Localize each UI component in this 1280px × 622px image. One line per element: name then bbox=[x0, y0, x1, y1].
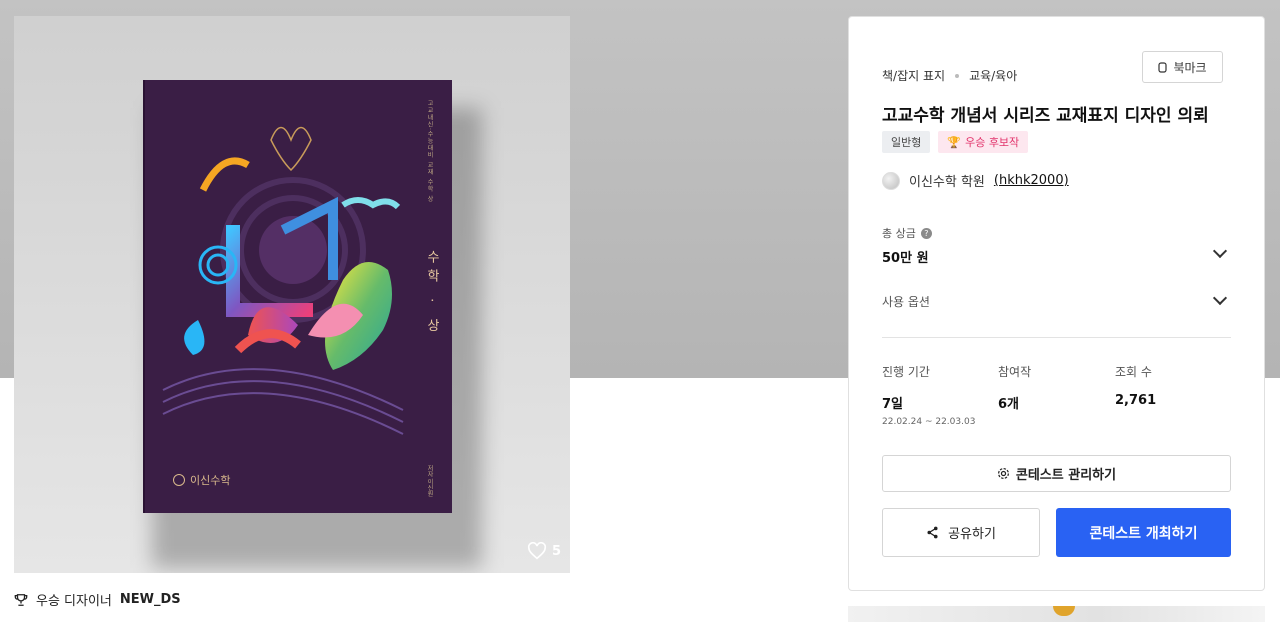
brand-name: 이신수학 bbox=[190, 474, 231, 487]
cover-brand: 이신수학 bbox=[173, 472, 230, 488]
contest-badges: 일반형 🏆 우승 후보작 bbox=[882, 131, 1029, 153]
host-id-link[interactable]: (hkhk2000) bbox=[994, 173, 1069, 188]
gear-icon bbox=[997, 468, 1009, 479]
cover-title: 수학 · 상 bbox=[424, 250, 439, 338]
period-label: 진행 기간 bbox=[882, 365, 930, 379]
bookmark-label: 북마크 bbox=[1173, 60, 1207, 75]
divider bbox=[882, 337, 1231, 338]
winner-candidate-label: 우승 후보작 bbox=[965, 136, 1020, 149]
stat-entries: 참여작 6개 bbox=[998, 363, 1031, 412]
prize-label: 총 상금 bbox=[882, 227, 916, 240]
winner-candidate-badge: 🏆 우승 후보작 bbox=[938, 131, 1029, 153]
host-info: 이신수학 학원 (hkhk2000) bbox=[882, 171, 1069, 190]
contest-title: 고교수학 개념서 시리즈 교재표지 디자인 의뢰 bbox=[882, 106, 1209, 126]
type-badge: 일반형 bbox=[882, 131, 931, 153]
breadcrumb-separator bbox=[955, 73, 960, 78]
usage-expand-chevron-icon[interactable] bbox=[1212, 290, 1228, 306]
manage-contest-button[interactable]: 콘테스트 관리하기 bbox=[882, 455, 1231, 492]
contest-hero-image[interactable]: 고교내신·수능대비 교재 수학 상 수학 · 상 이신수학 저자 이신원 bbox=[14, 16, 570, 573]
breadcrumb: 책/잡지 표지 교육/육아 bbox=[882, 67, 1017, 84]
entries-label: 참여작 bbox=[998, 365, 1032, 379]
winner-label: 우승 디자이너 bbox=[36, 594, 112, 609]
stat-views: 조회 수 2,761 bbox=[1115, 363, 1156, 408]
prize-label-row: 총 상금 ? bbox=[882, 225, 932, 241]
usage-option-label[interactable]: 사용 옵션 bbox=[882, 293, 930, 310]
entries-value: 6개 bbox=[998, 397, 1020, 412]
heart-icon bbox=[527, 542, 547, 560]
next-section-preview bbox=[848, 606, 1265, 622]
cover-subtitle: 고교내신·수능대비 교재 수학 상 bbox=[426, 100, 433, 203]
period-dates: 22.02.24 ~ 22.03.03 bbox=[882, 417, 976, 427]
bookmark-button[interactable]: 북마크 bbox=[1142, 51, 1223, 83]
category-primary[interactable]: 책/잡지 표지 bbox=[882, 67, 945, 84]
open-contest-button[interactable]: 콘테스트 개최하기 bbox=[1056, 508, 1231, 557]
trophy-icon bbox=[14, 593, 28, 606]
winner-name[interactable]: NEW_DS bbox=[120, 592, 181, 607]
brand-logo-icon bbox=[173, 474, 185, 486]
contest-info-panel: 책/잡지 표지 교육/육아 북마크 고교수학 개념서 시리즈 교재표지 디자인 … bbox=[848, 16, 1265, 591]
views-label: 조회 수 bbox=[1115, 365, 1152, 379]
preview-decoration bbox=[1053, 606, 1075, 616]
category-secondary[interactable]: 교육/육아 bbox=[969, 67, 1017, 84]
views-value: 2,761 bbox=[1115, 393, 1157, 408]
cover-author: 저자 이신원 bbox=[426, 465, 433, 497]
like-count: 5 bbox=[552, 543, 562, 559]
share-button[interactable]: 공유하기 bbox=[882, 508, 1040, 557]
host-name: 이신수학 학원 bbox=[909, 175, 985, 190]
winner-designer: 우승 디자이너 NEW_DS bbox=[14, 590, 181, 609]
help-icon[interactable]: ? bbox=[920, 227, 932, 239]
book-cover: 고교내신·수능대비 교재 수학 상 수학 · 상 이신수학 저자 이신원 bbox=[143, 80, 452, 513]
prize-expand-chevron-icon[interactable] bbox=[1212, 243, 1228, 259]
share-label: 공유하기 bbox=[948, 527, 996, 542]
manage-label: 콘테스트 관리하기 bbox=[1015, 468, 1117, 483]
stat-period: 진행 기간 7일 22.02.24 ~ 22.03.03 bbox=[882, 363, 975, 427]
period-value: 7일 bbox=[882, 397, 904, 412]
bookmark-icon bbox=[1158, 61, 1168, 73]
trophy-icon: 🏆 bbox=[947, 135, 962, 149]
cover-illustration bbox=[162, 126, 404, 435]
prize-value: 50만 원 bbox=[882, 251, 929, 266]
host-avatar[interactable] bbox=[882, 171, 900, 190]
share-icon bbox=[927, 526, 938, 539]
like-button[interactable]: 5 bbox=[527, 542, 561, 560]
